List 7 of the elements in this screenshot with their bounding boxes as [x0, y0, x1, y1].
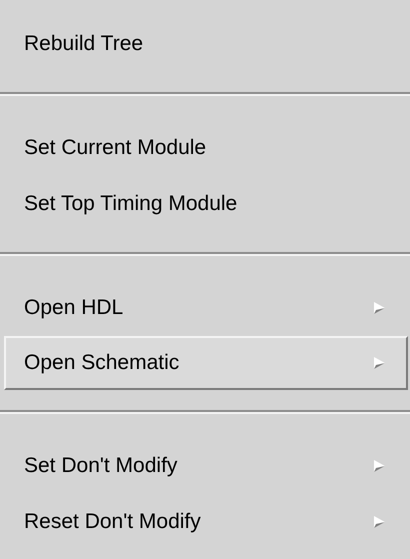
menu-item[interactable]: Set Don't Modify	[4, 438, 408, 494]
menu-item[interactable]: Set Current Module	[4, 120, 408, 176]
menu-item[interactable]: Rebuild Tree	[4, 16, 408, 72]
menu-item[interactable]: Open Schematic	[4, 336, 408, 390]
menu-item[interactable]: Open HDL	[4, 280, 408, 336]
menu-item[interactable]: Reset Don't Modify	[4, 494, 408, 550]
menu-item[interactable]: Set Top Timing Module	[4, 176, 408, 232]
